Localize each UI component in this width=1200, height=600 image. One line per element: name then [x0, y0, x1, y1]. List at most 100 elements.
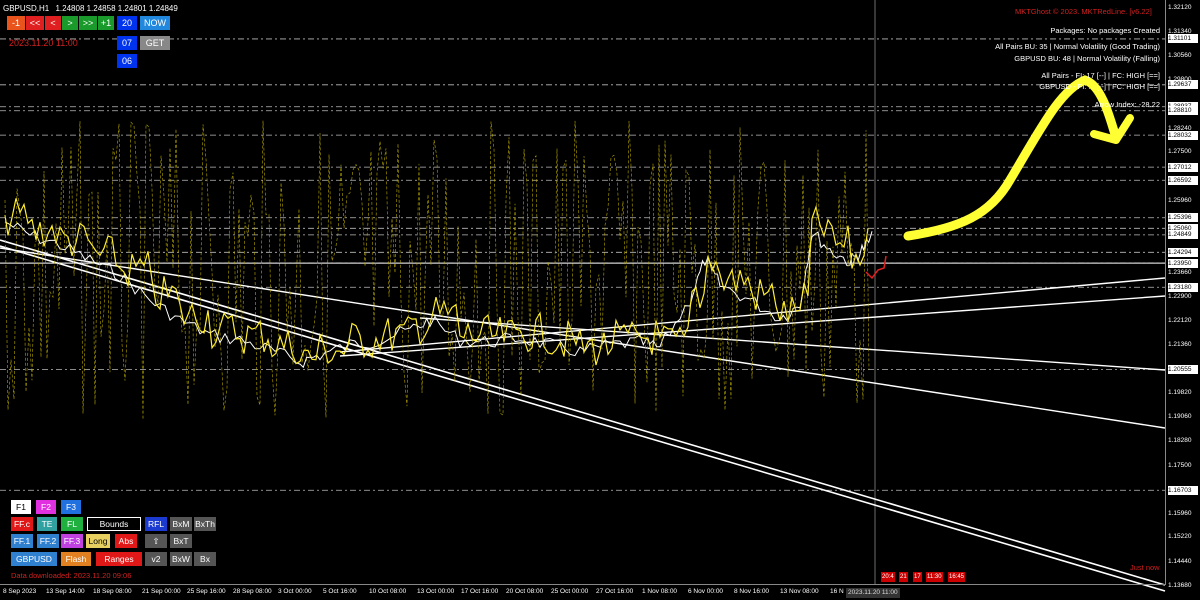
price-label: 1.13680	[1168, 580, 1198, 590]
hand-drawn-arrow-curve	[903, 75, 1121, 241]
session-time-box: 16:45	[948, 572, 966, 582]
fi-gbpusd: GBPUSD - FI: ... [--] | FC: HIGH [==]	[1039, 82, 1160, 91]
price-label: 1.29637	[1168, 80, 1198, 90]
tool-button[interactable]: Long	[86, 534, 110, 548]
ohlc-values: 1.24808 1.24858 1.24801 1.24849	[55, 4, 178, 13]
tool-button[interactable]: F2	[36, 500, 56, 514]
price-label: 1.24294	[1168, 247, 1198, 257]
current-bars	[865, 255, 887, 280]
mt4-chart-window[interactable]: GBPUSD,H1 1.24808 1.24858 1.24801 1.2484…	[0, 0, 1200, 599]
time-axis-label: 3 Oct 00:00	[278, 588, 312, 595]
data-downloaded-label: Data downloaded: 2023.11.20 09:06	[11, 571, 132, 580]
session-time-box: 11:30	[926, 572, 943, 582]
price-label: 1.15960	[1168, 509, 1198, 519]
just-now-label: Just now	[1130, 563, 1160, 572]
trendline	[339, 295, 1166, 357]
price-line	[4, 221, 873, 369]
tool-button[interactable]: Ranges	[96, 552, 142, 566]
price-label: 1.24849	[1168, 230, 1198, 240]
packages-text: Packages: No packages Created	[1050, 26, 1160, 35]
symbol-timeframe: GBPUSD,H1 1.24808 1.24858 1.24801 1.2484…	[3, 4, 178, 14]
time-axis-label: 21 Sep 00:00	[142, 588, 181, 595]
tool-button[interactable]: RFL	[145, 517, 167, 531]
price-label: 1.16703	[1168, 485, 1198, 495]
copyright-label: MKTGhost © 2023. MKTRedLine. [v6.22]	[1015, 7, 1152, 16]
tool-button[interactable]: v2	[145, 552, 167, 566]
price-label: 1.28810	[1168, 106, 1198, 116]
time-axis-label: 20 Oct 08:00	[506, 588, 544, 595]
tool-button[interactable]: BxT	[170, 534, 192, 548]
nav-button[interactable]: <<	[26, 16, 44, 30]
tool-button[interactable]: BxW	[170, 552, 192, 566]
nav-button[interactable]: NOW	[140, 16, 170, 30]
price-label: 1.27500	[1168, 147, 1198, 157]
time-axis-label: 17 Oct 16:00	[461, 588, 499, 595]
price-label: 1.31101	[1168, 34, 1198, 44]
nav-button[interactable]: >>	[79, 16, 97, 30]
nav-button[interactable]: >	[62, 16, 78, 30]
nav-button[interactable]: <	[45, 16, 61, 30]
tool-button[interactable]: FF.c	[11, 517, 33, 531]
time-axis-label: 28 Sep 08:00	[233, 588, 272, 595]
price-label: 1.14440	[1168, 556, 1198, 566]
tool-button[interactable]: BxM	[170, 517, 192, 531]
time-axis[interactable]: 8 Sep 2023 13 Sep 14:00 18 Sep 08:00 21 Sep…	[0, 584, 1165, 600]
nav-button[interactable]: 20	[117, 16, 137, 30]
price-scale[interactable]: 1.321201.313401.311011.305601.298001.296…	[1165, 0, 1200, 590]
time-axis-label: 13 Sep 14:00	[46, 588, 85, 595]
time-axis-label: 5 Oct 16:00	[323, 588, 357, 595]
price-label: 1.23180	[1168, 282, 1198, 292]
price-label: 1.17500	[1168, 460, 1198, 470]
price-label: 1.27012	[1168, 162, 1198, 172]
server-date: 2023.11.20 11:00	[9, 38, 78, 48]
volatility-gbpusd: GBPUSD BU: 48 | Normal Volatility (Falli…	[1014, 54, 1160, 63]
trendline	[419, 317, 1166, 371]
nav-button[interactable]: +1	[98, 16, 114, 30]
time-axis-label: 25 Oct 00:00	[551, 588, 589, 595]
time-axis-label: 27 Oct 16:00	[596, 588, 634, 595]
tool-button[interactable]: Bx	[194, 552, 216, 566]
fi-all-pairs: All Pairs - FI: 17 [--] | FC: HIGH [==]	[1041, 71, 1160, 80]
price-series	[4, 120, 887, 420]
price-label: 1.19820	[1168, 388, 1198, 398]
nav-button[interactable]: -1	[7, 16, 25, 30]
tool-button[interactable]: FL	[61, 517, 83, 531]
tool-button[interactable]: Flash	[61, 552, 91, 566]
tool-button[interactable]: FF.3	[61, 534, 83, 548]
price-label: 1.18280	[1168, 436, 1198, 446]
tool-button[interactable]: F1	[11, 500, 31, 514]
time-axis-label: 18 Sep 08:00	[93, 588, 132, 595]
tool-button[interactable]: Abs	[115, 534, 137, 548]
tool-button[interactable]: BxTh	[194, 517, 216, 531]
time-axis-label: 16 N	[830, 588, 844, 595]
nav-button[interactable]: GET	[140, 36, 170, 50]
time-axis-label: 13 Nov 08:00	[780, 588, 819, 595]
time-axis-label: 6 Nov 00:00	[688, 588, 724, 595]
volatility-all-pairs: All Pairs BU: 35 | Normal Volatility (Go…	[995, 42, 1160, 51]
price-label: 1.25396	[1168, 213, 1198, 223]
session-time-box: 21	[899, 572, 908, 582]
crosshair-time: 2023.11.20 11:00	[846, 588, 900, 598]
tool-button[interactable]: F3	[61, 500, 81, 514]
price-chart[interactable]	[0, 0, 1200, 599]
tool-button[interactable]: Bounds	[87, 517, 141, 531]
price-label: 1.22120	[1168, 315, 1198, 325]
time-axis-label: 13 Oct 00:00	[417, 588, 455, 595]
tool-button[interactable]: ⇧	[145, 534, 167, 548]
price-label: 1.15220	[1168, 532, 1198, 542]
tool-button[interactable]: FF.1	[11, 534, 33, 548]
price-label: 1.23950	[1168, 258, 1198, 268]
time-axis-label: 8 Sep 2023	[3, 588, 37, 595]
symbol-label: GBPUSD,H1	[3, 4, 50, 13]
nav-button[interactable]: 07	[117, 36, 137, 50]
session-time-box: 17	[913, 572, 922, 582]
price-label: 1.22900	[1168, 291, 1198, 301]
price-label: 1.32120	[1168, 2, 1198, 12]
tool-button[interactable]: FF.2	[37, 534, 59, 548]
time-axis-label: 8 Nov 16:00	[734, 588, 770, 595]
price-label: 1.25960	[1168, 195, 1198, 205]
tool-button[interactable]: GBPUSD	[11, 552, 57, 566]
tool-button[interactable]: TE	[37, 517, 57, 531]
nav-button[interactable]: 06	[117, 54, 137, 68]
time-axis-label: 10 Oct 08:00	[369, 588, 407, 595]
